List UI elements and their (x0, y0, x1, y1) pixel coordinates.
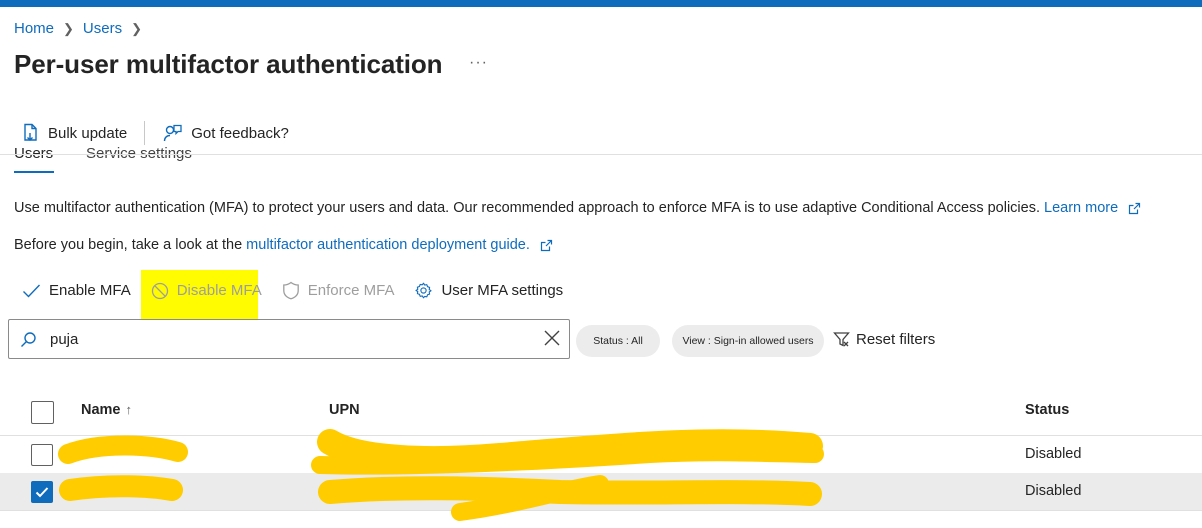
feedback-label: Got feedback? (191, 124, 289, 142)
toolbar-divider (144, 121, 146, 145)
column-header-name[interactable]: Name ↑ (81, 402, 132, 418)
disable-mfa-button[interactable]: Disable MFA (151, 282, 262, 300)
search-value: puja (50, 330, 79, 348)
column-header-status[interactable]: Status (1025, 402, 1069, 418)
enforce-mfa-label: Enforce MFA (307, 282, 395, 299)
page-title: Per-user multifactor authentication (14, 49, 443, 79)
feedback-person-icon (164, 124, 182, 142)
top-accent-bar (0, 0, 1202, 7)
tabs-divider (0, 154, 1202, 155)
external-link-icon (540, 239, 553, 251)
more-options-button[interactable]: ··· (469, 54, 488, 72)
mfa-action-bar: Enable MFA Disable MFA Enforce MFA User … (22, 281, 583, 300)
close-icon[interactable] (543, 329, 561, 347)
checkmark-icon (23, 284, 41, 298)
reset-filters-button[interactable]: Reset filters (833, 331, 935, 348)
info-mfa-text: Use multifactor authentication (MFA) to … (14, 200, 1040, 216)
shield-icon (282, 281, 299, 300)
breadcrumb: Home ❯ Users ❯ (14, 20, 151, 37)
enable-mfa-button[interactable]: Enable MFA (22, 282, 131, 299)
breadcrumb-users[interactable]: Users (83, 20, 122, 37)
chevron-right-icon: ❯ (131, 20, 142, 36)
info-text-guide: Before you begin, take a look at the mul… (14, 237, 553, 253)
filter-reset-icon (833, 332, 850, 347)
disable-mfa-label: Disable MFA (176, 282, 262, 299)
command-bar: Bulk update Got feedback? (22, 121, 289, 145)
search-icon (20, 331, 37, 348)
bulk-update-button[interactable]: Bulk update (22, 123, 127, 143)
column-header-upn[interactable]: UPN (329, 402, 360, 418)
breadcrumb-home[interactable]: Home (14, 20, 54, 37)
external-link-icon (1129, 202, 1141, 214)
active-tab-indicator (14, 171, 54, 173)
bulk-update-label: Bulk update (48, 124, 128, 142)
view-filter-pill[interactable]: View : Sign-in allowed users (672, 325, 824, 357)
search-input[interactable]: puja (8, 319, 570, 359)
enforce-mfa-button[interactable]: Enforce MFA (282, 281, 395, 300)
user-mfa-settings-label: User MFA settings (441, 282, 564, 299)
bulk-update-icon (24, 123, 37, 141)
sort-ascending-icon: ↑ (125, 402, 133, 417)
feedback-button[interactable]: Got feedback? (163, 123, 289, 143)
learn-more-link[interactable]: Learn more (1044, 200, 1118, 216)
redaction-scribble (58, 429, 824, 521)
status-cell: Disabled (1025, 483, 1082, 499)
column-name-label: Name (81, 402, 121, 418)
block-icon (151, 282, 168, 299)
reset-filters-label: Reset filters (856, 331, 936, 348)
info-text-mfa: Use multifactor authentication (MFA) to … (14, 200, 1141, 216)
enable-mfa-label: Enable MFA (49, 282, 131, 299)
user-mfa-settings-button[interactable]: User MFA settings (414, 281, 563, 300)
status-cell: Disabled (1025, 446, 1082, 462)
info-guide-text: Before you begin, take a look at the (14, 237, 243, 253)
status-filter-pill[interactable]: Status : All (576, 325, 660, 357)
tab-bar: Users Service settings (14, 147, 1202, 175)
gear-icon (415, 282, 433, 299)
chevron-right-icon: ❯ (63, 20, 74, 36)
deployment-guide-link[interactable]: multifactor authentication deployment gu… (246, 237, 530, 253)
